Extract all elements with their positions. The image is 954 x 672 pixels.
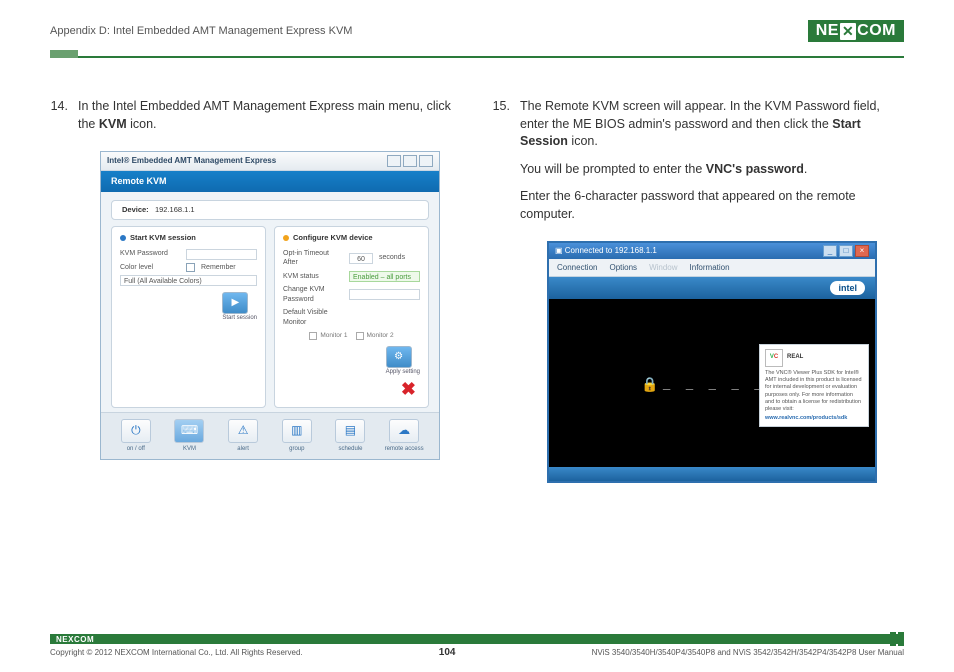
intel-band: intel — [549, 277, 875, 299]
content-columns: 14. In the Intel Embedded AMT Management… — [50, 98, 904, 483]
maximize-button[interactable]: □ — [839, 245, 853, 257]
change-password-input[interactable] — [349, 289, 420, 300]
footer-logo: NEXCOM — [56, 635, 94, 644]
timeout-input[interactable]: 60 — [349, 253, 373, 264]
kvm-status-field: Enabled – all ports — [349, 271, 420, 282]
group-icon: ▥ — [282, 419, 312, 443]
page-header: Appendix D: Intel Embedded AMT Managemen… — [50, 20, 904, 48]
vnc-titlebar: ▣ Connected to 192.168.1.1 _ □ × — [549, 243, 875, 259]
tab-remote[interactable]: ☁remote access — [384, 419, 424, 453]
realvnc-logo: VC — [765, 349, 783, 367]
kvm-icon: ⌨ — [174, 419, 204, 443]
menu-window: Window — [649, 262, 677, 273]
page-number: 104 — [439, 647, 456, 658]
step-14-text: In the Intel Embedded AMT Management Exp… — [78, 98, 462, 133]
vnc-bottom-band — [549, 467, 875, 481]
tab-kvm[interactable]: ⌨KVM — [169, 419, 209, 453]
kvm-password-input[interactable] — [186, 249, 257, 260]
step-15-p3: Enter the 6-character password that appe… — [520, 188, 904, 223]
right-column: 15. The Remote KVM screen will appear. I… — [492, 98, 904, 483]
vnc-info-box: VC REAL The VNC® Viewer Plus SDK for Int… — [759, 344, 869, 427]
amt-bottom-tabs: ⏻on / off ⌨KVM ⚠alert ▥group ▤schedule ☁… — [101, 412, 439, 459]
intel-logo: intel — [830, 281, 865, 296]
close-button[interactable]: × — [855, 245, 869, 257]
monitor1-checkbox[interactable] — [309, 332, 317, 340]
remote-kvm-banner: Remote KVM — [101, 171, 439, 192]
vnc-menubar: Connection Options Window Information — [549, 259, 875, 277]
apply-setting-button[interactable]: ⚙ — [386, 346, 412, 368]
start-session-button[interactable]: ▶ — [222, 292, 248, 314]
minimize-button[interactable] — [387, 155, 401, 167]
tab-alert[interactable]: ⚠alert — [223, 419, 263, 453]
step-15: 15. The Remote KVM screen will appear. I… — [492, 98, 904, 483]
device-row: Device: 192.168.1.1 — [111, 200, 429, 221]
menu-information[interactable]: Information — [690, 262, 730, 273]
copyright-text: Copyright © 2012 NEXCOM International Co… — [50, 648, 303, 657]
lock-icon: 🔒 — [641, 375, 658, 395]
monitor2-checkbox[interactable] — [356, 332, 364, 340]
nexcom-logo: NE✕COM — [808, 20, 904, 42]
step-15-p2: You will be prompted to enter the VNC's … — [520, 161, 904, 179]
tab-group[interactable]: ▥group — [277, 419, 317, 453]
remember-checkbox[interactable] — [186, 263, 195, 272]
appendix-title: Appendix D: Intel Embedded AMT Managemen… — [50, 25, 352, 37]
doc-title: NViS 3540/3540H/3540P4/3540P8 and NViS 3… — [592, 648, 904, 657]
close-button[interactable] — [419, 155, 433, 167]
screenshot-amt-window: Intel® Embedded AMT Management Express R… — [100, 151, 440, 460]
configure-kvm-panel: Configure KVM device Opt-in Timeout Afte… — [274, 226, 429, 408]
power-icon: ⏻ — [121, 419, 151, 443]
vnc-url[interactable]: www.realvnc.com/products/sdk — [765, 415, 863, 422]
alert-icon: ⚠ — [228, 419, 258, 443]
tab-schedule[interactable]: ▤schedule — [330, 419, 370, 453]
tab-onoff[interactable]: ⏻on / off — [116, 419, 156, 453]
header-rule — [50, 50, 904, 58]
step-15-p1: The Remote KVM screen will appear. In th… — [520, 98, 904, 151]
amt-window-titlebar: Intel® Embedded AMT Management Express — [101, 152, 439, 171]
color-level-select[interactable]: Full (All Available Colors) — [120, 275, 257, 286]
schedule-icon: ▤ — [335, 419, 365, 443]
step-14: 14. In the Intel Embedded AMT Management… — [50, 98, 462, 460]
remote-screen: 🔒 _ _ _ _ _ _ VC REAL The VNC® Viewer Pl… — [549, 299, 875, 467]
minimize-button[interactable]: _ — [823, 245, 837, 257]
remote-icon: ☁ — [389, 419, 419, 443]
page-footer: NEXCOM Copyright © 2012 NEXCOM Internati… — [50, 634, 904, 658]
menu-connection[interactable]: Connection — [557, 262, 597, 273]
left-column: 14. In the Intel Embedded AMT Management… — [50, 98, 462, 483]
maximize-button[interactable] — [403, 155, 417, 167]
screenshot-vnc-window: ▣ Connected to 192.168.1.1 _ □ × Connect… — [547, 241, 877, 483]
close-x-icon[interactable]: ✖ — [401, 377, 416, 402]
menu-options[interactable]: Options — [609, 262, 637, 273]
start-kvm-panel: Start KVM session KVM Password Color lev… — [111, 226, 266, 408]
